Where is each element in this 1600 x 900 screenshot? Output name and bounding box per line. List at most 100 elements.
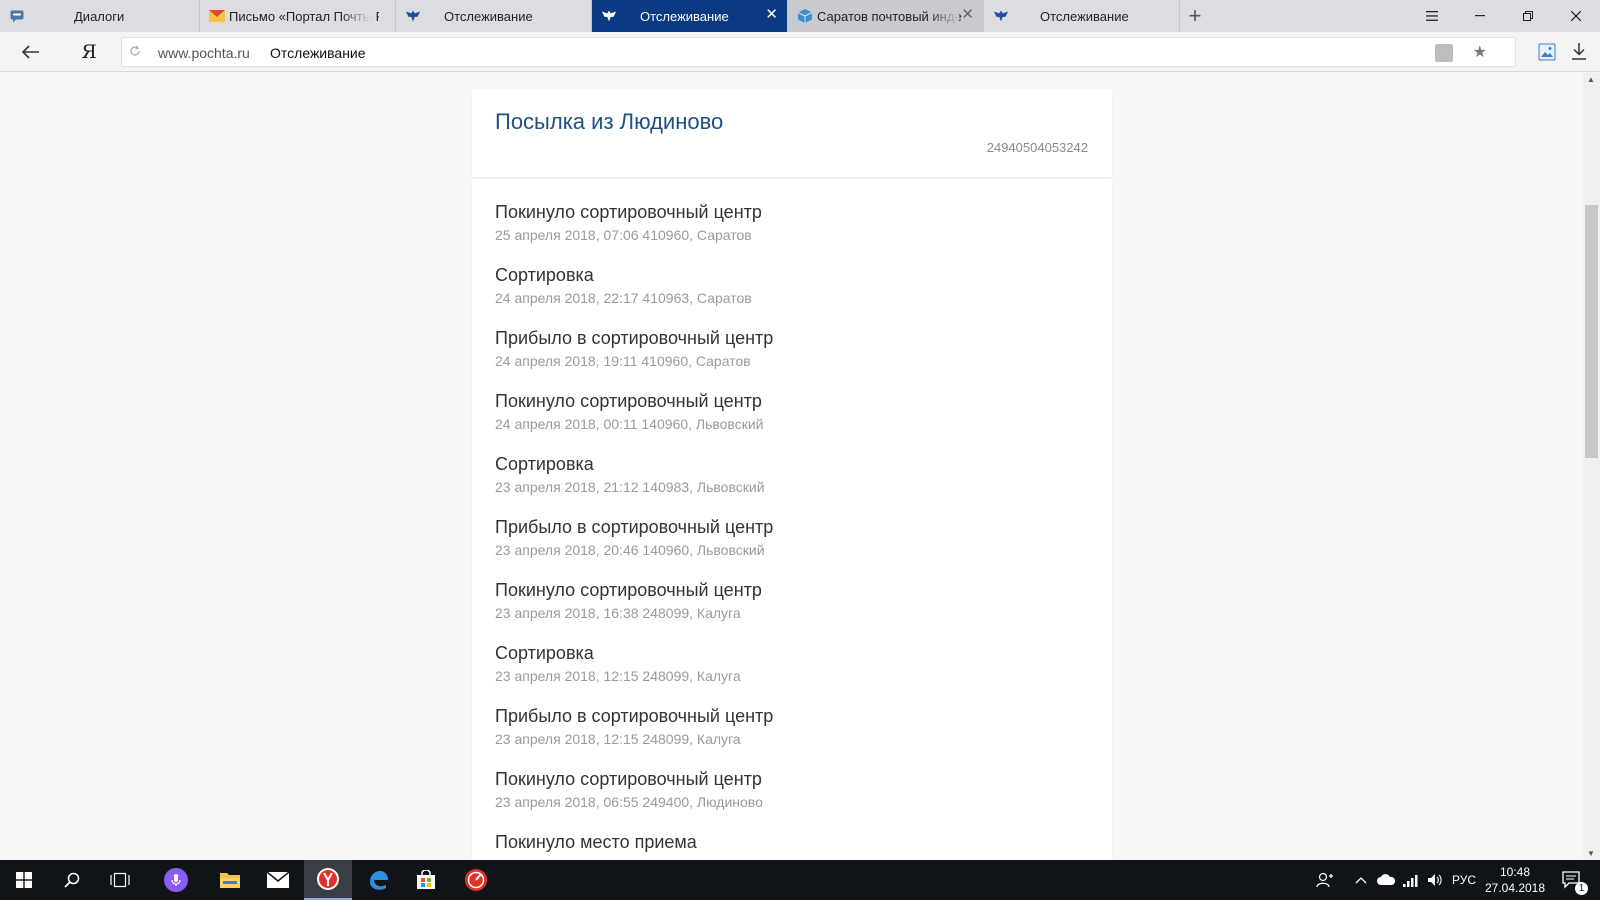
event-meta: 24 апреля 2018, 22:17 410963, Саратов (495, 290, 752, 306)
scroll-down-icon[interactable]: ▼ (1587, 849, 1595, 858)
cube-icon (797, 9, 813, 23)
tab-label: Диалоги (74, 9, 125, 24)
task-view-icon (110, 872, 130, 888)
hidden-icons-button[interactable] (1350, 860, 1372, 900)
language-indicator[interactable]: РУС (1448, 860, 1480, 900)
scrollbar-thumb[interactable] (1585, 205, 1598, 458)
event-status: Сортировка (495, 643, 594, 663)
clock[interactable]: 10:48 27.04.2018 (1480, 864, 1550, 896)
file-explorer-button[interactable] (206, 860, 254, 900)
menu-button[interactable] (1408, 0, 1456, 32)
clock-date: 27.04.2018 (1484, 881, 1546, 895)
protect-icon[interactable] (1435, 44, 1453, 62)
tab-label: Отслеживание (444, 9, 533, 24)
event-meta: 24 апреля 2018, 19:11 410960, Саратов (495, 353, 751, 369)
people-tray[interactable] (1310, 860, 1340, 900)
tracking-event: Прибыло в сортировочный центр 23 апреля … (495, 705, 1095, 748)
chevron-up-icon (1355, 877, 1367, 884)
tab-saratov-index[interactable]: Саратов почтовый инде ✕ (788, 0, 984, 32)
speed-app-icon (465, 869, 487, 891)
clock-time: 10:48 (1499, 865, 1531, 879)
start-button[interactable] (0, 860, 48, 900)
event-meta: 23 апреля 2018, 12:15 248099, Калуга (495, 668, 741, 684)
alice-assistant-button[interactable] (152, 860, 200, 900)
edge-icon (370, 871, 388, 890)
tracking-event: Покинуло сортировочный центр 23 апреля 2… (495, 579, 1095, 622)
event-status: Сортировка (495, 265, 594, 285)
russian-post-eagle-icon (601, 9, 617, 23)
event-meta: 23 апреля 2018, 12:15 248099, Калуга (495, 731, 741, 747)
tracking-event: Сортировка 23 апреля 2018, 12:15 248099,… (495, 642, 1095, 685)
event-status: Покинуло место приема (495, 832, 697, 852)
tracking-event: Покинуло сортировочный центр 24 апреля 2… (495, 390, 1095, 433)
edge-button[interactable] (354, 860, 402, 900)
hamburger-icon (1426, 11, 1438, 21)
tab-label: Отслеживание (1040, 9, 1129, 24)
bookmark-star-icon[interactable]: ★ (1473, 42, 1487, 62)
tracking-event: Покинуло место приема (495, 831, 1095, 856)
event-meta: 23 апреля 2018, 20:46 140960, Львовский (495, 542, 765, 558)
russian-post-eagle-icon (993, 9, 1009, 23)
russian-post-eagle-icon (405, 9, 421, 23)
event-status: Сортировка (495, 454, 594, 474)
close-tab-icon[interactable]: ✕ (961, 7, 974, 23)
minimize-button[interactable] (1456, 0, 1504, 32)
close-window-button[interactable] (1552, 0, 1600, 32)
store-button[interactable] (402, 860, 450, 900)
tracking-event: Прибыло в сортировочный центр 23 апреля … (495, 516, 1095, 559)
event-meta: 23 апреля 2018, 06:55 249400, Людиново (495, 794, 763, 810)
close-tab-icon[interactable]: ✕ (765, 7, 778, 23)
onedrive-tray[interactable] (1374, 860, 1398, 900)
signal-icon (1403, 875, 1418, 887)
image-icon[interactable] (1538, 43, 1556, 61)
tab-strip: Диалоги Письмо «Портал Почты Ро Отслежив… (0, 0, 1600, 32)
people-icon (1316, 872, 1333, 888)
yandex-browser-taskbar-button[interactable] (304, 860, 352, 900)
speaker-icon (1428, 874, 1442, 886)
network-tray[interactable] (1400, 860, 1422, 900)
new-tab-button[interactable]: + (1180, 0, 1210, 32)
event-status: Прибыло в сортировочный центр (495, 517, 774, 537)
event-status: Покинуло сортировочный центр (495, 202, 762, 222)
restore-icon (1523, 11, 1533, 21)
action-center-button[interactable]: 1 (1556, 860, 1588, 900)
tab-tracking-2[interactable]: Отслеживание (984, 0, 1180, 32)
tab-tracking-active[interactable]: Отслеживание ✕ (592, 0, 788, 32)
windows-taskbar: РУС 10:48 27.04.2018 1 (0, 860, 1600, 900)
reload-icon[interactable] (129, 44, 141, 60)
tab-tracking-1[interactable]: Отслеживание (396, 0, 592, 32)
window-controls (1408, 0, 1600, 32)
vertical-scrollbar[interactable]: ▲ ▼ (1583, 73, 1600, 860)
url-domain: www.pochta.ru (158, 45, 250, 61)
yandex-home-button[interactable]: Я (78, 40, 100, 64)
parcel-title: Посылка из Людиново (495, 109, 724, 134)
event-status: Покинуло сортировочный центр (495, 391, 762, 411)
mail-icon (267, 872, 289, 888)
volume-tray[interactable] (1424, 860, 1446, 900)
address-bar[interactable]: www.pochta.ru Отслеживание ★ (121, 37, 1516, 67)
notification-badge: 1 (1575, 882, 1588, 895)
cloud-icon (1377, 874, 1396, 885)
opera-like-app-button[interactable] (452, 860, 500, 900)
event-status: Покинуло сортировочный центр (495, 580, 762, 600)
event-status: Покинуло сортировочный центр (495, 769, 762, 789)
windows-logo-icon (16, 872, 32, 888)
restore-button[interactable] (1504, 0, 1552, 32)
event-meta: 25 апреля 2018, 07:06 410960, Саратов (495, 227, 752, 243)
minimize-icon (1475, 15, 1485, 17)
mail-app-button[interactable] (254, 860, 302, 900)
page-viewport: Посылка из Людиново 24940504053242 Покин… (0, 73, 1583, 860)
yandex-mail-icon (209, 9, 225, 23)
search-button[interactable] (48, 860, 96, 900)
tracking-event: Покинуло сортировочный центр 25 апреля 2… (495, 201, 1095, 244)
event-status: Прибыло в сортировочный центр (495, 706, 774, 726)
parcel-header-card: Посылка из Людиново 24940504053242 (472, 89, 1112, 177)
tab-mail[interactable]: Письмо «Портал Почты Ро (200, 0, 396, 32)
tracking-event: Сортировка 24 апреля 2018, 22:17 410963,… (495, 264, 1095, 307)
back-button[interactable] (18, 40, 44, 64)
tab-dialogs[interactable]: Диалоги (0, 0, 200, 32)
download-icon[interactable] (1571, 42, 1589, 62)
task-view-button[interactable] (96, 860, 144, 900)
scroll-up-icon[interactable]: ▲ (1587, 75, 1595, 84)
url-page-title: Отслеживание (270, 45, 366, 61)
